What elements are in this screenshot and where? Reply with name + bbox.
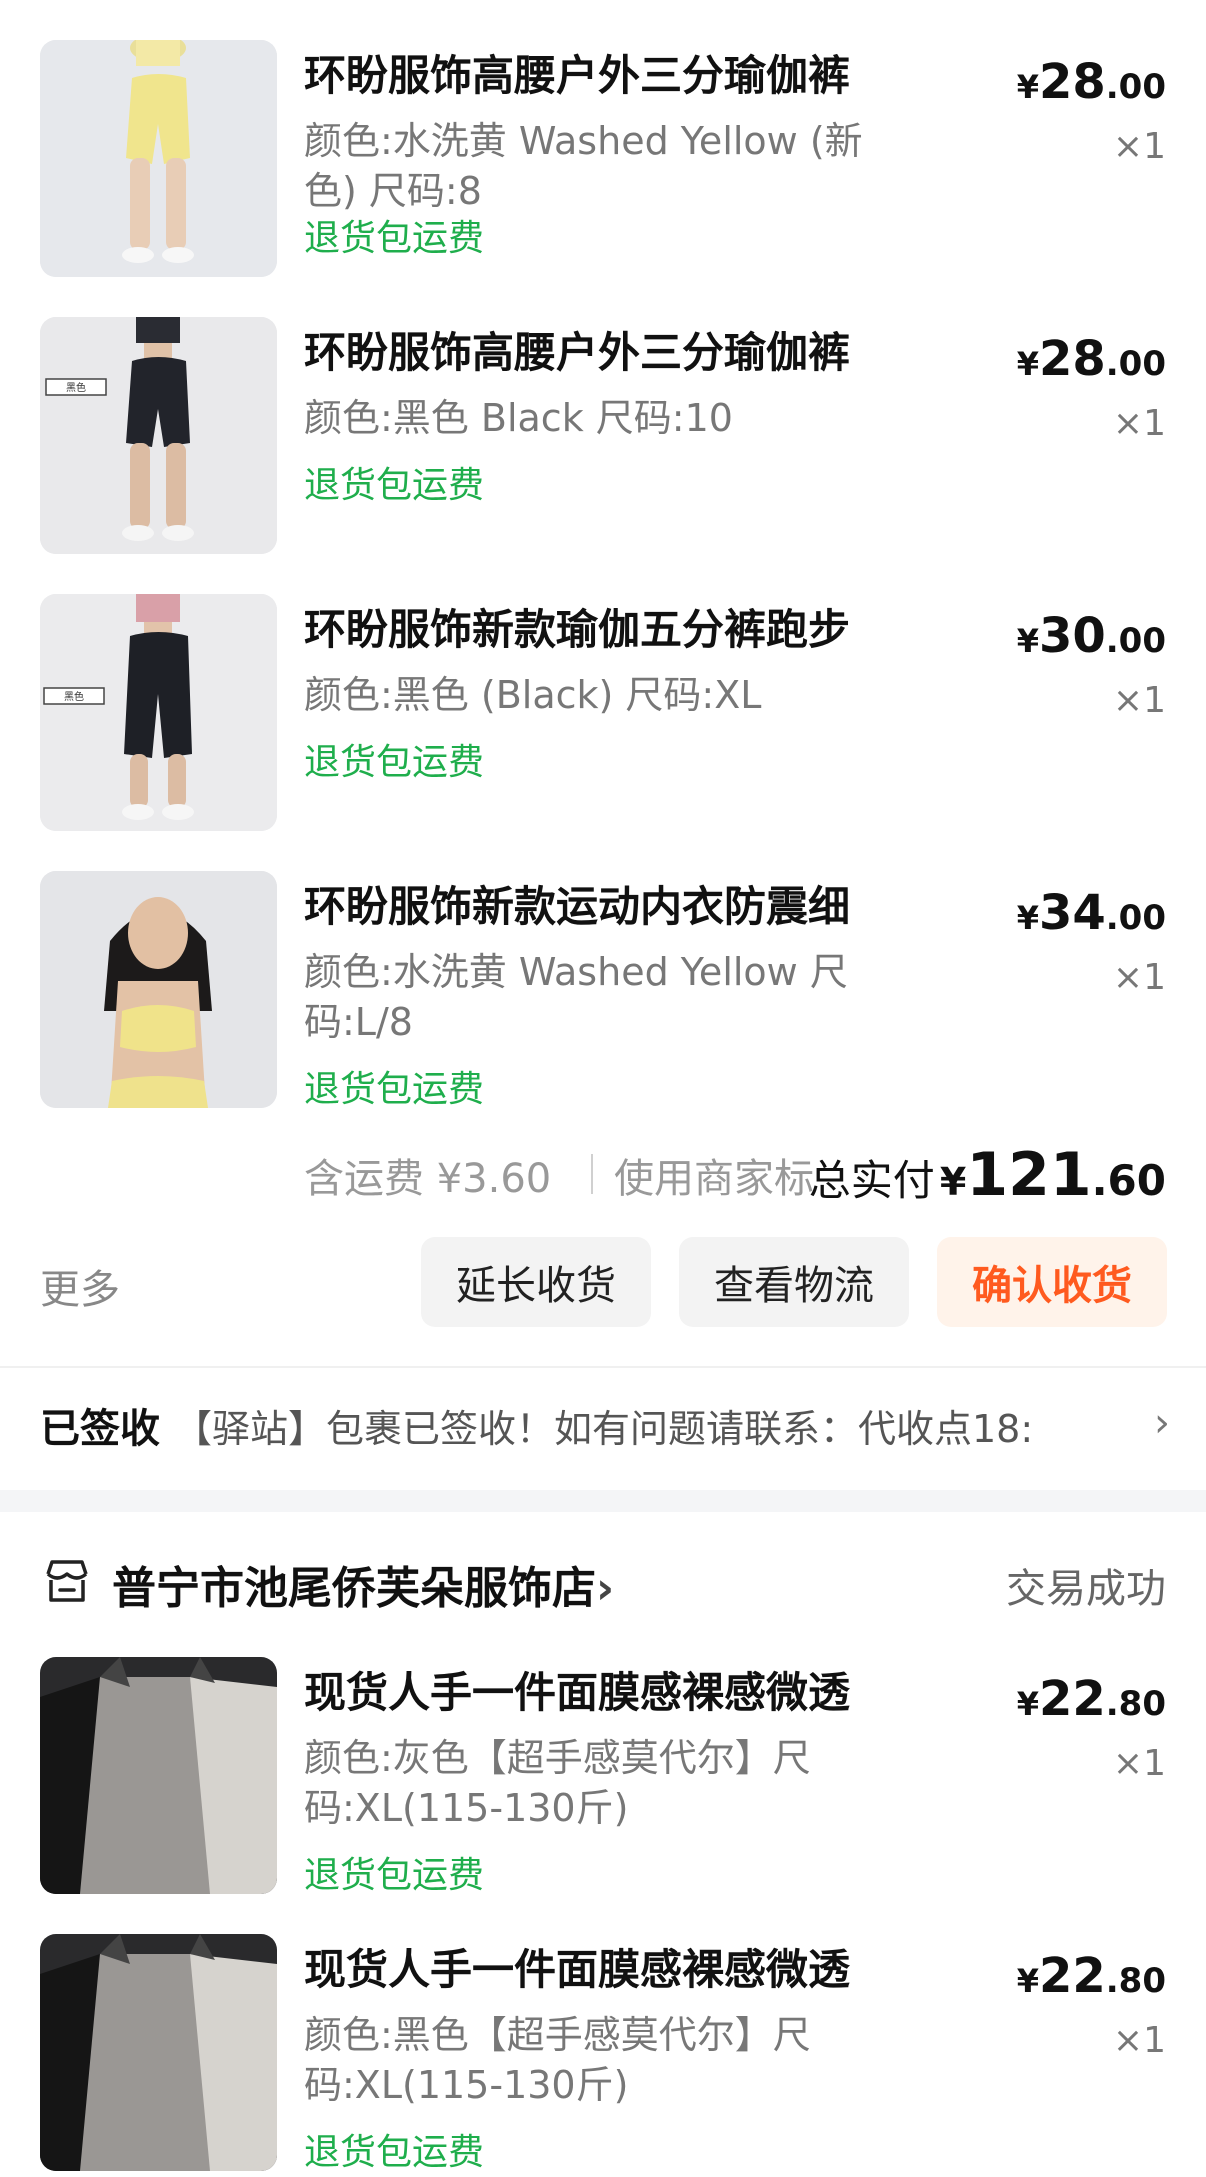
product-row[interactable]: 黑色 环盼服饰新款瑜伽五分裤跑步 颜色:黑色 (Black) 尺码:XL 退货包… — [0, 594, 1206, 834]
product-title[interactable]: 现货人手一件面膜感裸感微透 — [304, 1667, 924, 1719]
product-price: ¥34.00 — [1016, 885, 1166, 941]
section-separator — [0, 1490, 1206, 1512]
product-price: ¥22.80 — [1016, 1948, 1166, 2004]
shop-name[interactable]: 普宁市池尾侨芙朵服饰店› — [112, 1552, 614, 1616]
product-image-yellow-shorts[interactable] — [40, 40, 277, 277]
delivery-status: 已签收 — [40, 1406, 160, 1452]
product-spec: 颜色:水洗黄 Washed Yellow 尺码:L/8 — [304, 950, 848, 1044]
confirm-receipt-button[interactable]: 确认收货 — [937, 1237, 1167, 1327]
divider — [0, 1366, 1206, 1368]
product-image-yellow-bra[interactable] — [40, 871, 277, 1108]
product-row[interactable]: 黑色 环盼服饰高腰户外三分瑜伽裤 颜色:黑色 Black 尺码:10 退货包运费… — [0, 317, 1206, 557]
product-spec: 颜色:黑色【超手感莫代尔】尺码:XL(115-130斤) — [304, 2013, 811, 2107]
chevron-right-icon: › — [596, 1563, 615, 1614]
return-shipping-tag: 退货包运费 — [304, 1069, 485, 1110]
product-row[interactable]: 现货人手一件面膜感裸感微透 颜色:灰色【超手感莫代尔】尺码:XL(115-130… — [0, 1657, 1206, 1897]
extend-receipt-button[interactable]: 延长收货 — [421, 1237, 651, 1327]
chevron-right-icon: › — [1154, 1400, 1170, 1446]
product-quantity: ×1 — [1112, 1743, 1166, 1784]
order-summary: 含运费 ¥3.60 使用商家标 总实付 ¥121.60 — [0, 1140, 1206, 1210]
product-price: ¥22.80 — [1016, 1671, 1166, 1727]
image-color-label: 黑色 — [66, 381, 86, 394]
order-list-page: 环盼服饰高腰户外三分瑜伽裤 颜色:水洗黄 Washed Yellow (新色) … — [0, 0, 1206, 2177]
product-title[interactable]: 现货人手一件面膜感裸感微透 — [304, 1944, 924, 1996]
product-spec: 颜色:水洗黄 Washed Yellow (新色) 尺码:8 — [304, 119, 863, 213]
product-image-black-shorts[interactable]: 黑色 — [40, 317, 277, 554]
product-quantity: ×1 — [1112, 680, 1166, 721]
product-quantity: ×1 — [1112, 957, 1166, 998]
return-shipping-tag: 退货包运费 — [304, 218, 485, 259]
view-logistics-button[interactable]: 查看物流 — [679, 1237, 909, 1327]
shipping-fee: 含运费 ¥3.60 — [304, 1156, 552, 1202]
product-price: ¥28.00 — [1016, 331, 1166, 387]
product-spec: 颜色:灰色【超手感莫代尔】尺码:XL(115-130斤) — [304, 1736, 811, 1830]
product-quantity: ×1 — [1112, 2020, 1166, 2061]
shop-header[interactable]: 普宁市池尾侨芙朵服饰店› 交易成功 — [40, 1552, 1166, 1614]
return-shipping-tag: 退货包运费 — [304, 742, 485, 783]
order-status: 交易成功 — [1006, 1566, 1166, 1612]
image-color-label: 黑色 — [64, 690, 84, 703]
merchant-label: 使用商家标 — [614, 1156, 814, 1202]
store-icon — [46, 1560, 88, 1602]
product-title[interactable]: 环盼服饰高腰户外三分瑜伽裤 — [304, 327, 924, 379]
product-image-black-pants[interactable]: 黑色 — [40, 594, 277, 831]
product-row[interactable]: 现货人手一件面膜感裸感微透 颜色:黑色【超手感莫代尔】尺码:XL(115-130… — [0, 1934, 1206, 2174]
summary-divider — [591, 1154, 593, 1194]
product-spec: 颜色:黑色 Black 尺码:10 — [304, 396, 733, 440]
return-shipping-tag: 退货包运费 — [304, 1855, 485, 1896]
product-price: ¥30.00 — [1016, 608, 1166, 664]
product-row[interactable]: 环盼服饰新款运动内衣防震细 颜色:水洗黄 Washed Yellow 尺码:L/… — [0, 871, 1206, 1111]
logistics-message: 【驿站】包裹已签收！如有问题请联系：代收点18: — [174, 1407, 1034, 1451]
product-title[interactable]: 环盼服饰新款运动内衣防震细 — [304, 881, 924, 933]
product-row[interactable]: 环盼服饰高腰户外三分瑜伽裤 颜色:水洗黄 Washed Yellow (新色) … — [0, 40, 1206, 280]
product-quantity: ×1 — [1112, 126, 1166, 167]
return-shipping-tag: 退货包运费 — [304, 465, 485, 506]
order-total: 总实付 ¥121.60 — [808, 1140, 1166, 1210]
logistics-status-row[interactable]: 已签收 【驿站】包裹已签收！如有问题请联系：代收点18: › — [40, 1396, 1170, 1456]
product-image-grey-top[interactable] — [40, 1657, 277, 1894]
product-spec: 颜色:黑色 (Black) 尺码:XL — [304, 673, 762, 717]
product-title[interactable]: 环盼服饰高腰户外三分瑜伽裤 — [304, 50, 924, 102]
product-quantity: ×1 — [1112, 403, 1166, 444]
product-title[interactable]: 环盼服饰新款瑜伽五分裤跑步 — [304, 604, 924, 656]
product-image-black-top[interactable] — [40, 1934, 277, 2171]
return-shipping-tag: 退货包运费 — [304, 2132, 485, 2173]
more-button[interactable]: 更多 — [40, 1257, 120, 1315]
product-price: ¥28.00 — [1016, 54, 1166, 110]
